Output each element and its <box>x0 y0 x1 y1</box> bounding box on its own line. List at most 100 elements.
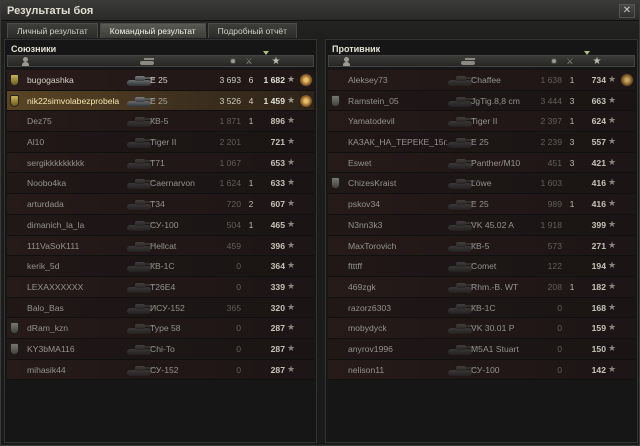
tank-name: СУ-100 <box>150 219 179 230</box>
clan-emblem-icon <box>10 94 19 107</box>
player-row[interactable]: Yamatodevil Tiger II 2 397 1 624 ★ <box>328 111 635 133</box>
kills-value: 3 <box>569 95 575 106</box>
kills-column-icon[interactable]: ⚔ <box>241 57 257 66</box>
player-row[interactable]: arturdada T34 720 2 607 ★ <box>7 194 314 215</box>
damage-value: 3 444 <box>540 95 562 106</box>
xp-value: 721 <box>270 137 285 148</box>
damage-column-icon[interactable]: ✹ <box>225 57 241 66</box>
xp-value: 142 <box>591 364 606 375</box>
player-row[interactable]: ftttff Comet 122 194 ★ <box>328 256 635 277</box>
kills-value: 3 <box>569 137 575 148</box>
damage-value: 1 067 <box>219 157 241 168</box>
allies-column-header: ✹ ⚔ ★ <box>7 51 314 67</box>
star-icon: ★ <box>608 301 617 312</box>
damage-value: 0 <box>236 261 241 272</box>
medal-icon[interactable] <box>620 73 634 87</box>
kills-value: 1 <box>569 75 575 85</box>
damage-value: 2 201 <box>219 137 241 148</box>
player-row[interactable]: Eswet Panther/M10 451 3 421 ★ <box>328 152 635 174</box>
player-row[interactable]: kerik_5d КВ-1С 0 364 ★ <box>7 256 314 277</box>
clan-emblem-icon <box>10 342 19 355</box>
xp-column-star-icon[interactable]: ★ <box>591 57 603 67</box>
star-icon: ★ <box>287 363 296 374</box>
star-icon: ★ <box>608 363 617 374</box>
damage-column-icon[interactable]: ✹ <box>546 57 562 66</box>
allies-title: Союзники <box>11 44 57 54</box>
player-row[interactable]: 469zgk Rhm.-B. WT 208 1 182 ★ <box>328 276 635 298</box>
player-name: Eswet <box>348 157 372 168</box>
medal-icon[interactable] <box>299 93 313 108</box>
star-icon: ★ <box>608 198 617 209</box>
enemies-title: Противник <box>332 44 381 54</box>
damage-value: 1 638 <box>540 75 562 85</box>
player-column-icon[interactable] <box>22 57 29 66</box>
player-row[interactable]: Al10 Tiger II 2 201 721 ★ <box>7 132 314 153</box>
player-name: dimanich_la_la <box>27 219 85 230</box>
player-name: mihasik44 <box>27 364 66 375</box>
player-row[interactable]: pskov34 E 25 989 1 416 ★ <box>328 194 635 215</box>
kills-value: 1 <box>248 219 254 230</box>
player-row[interactable]: MaxTorovich КВ-5 573 271 ★ <box>328 235 635 257</box>
player-row[interactable]: dimanich_la_la СУ-100 504 1 465 ★ <box>7 214 314 236</box>
player-row[interactable]: 111VaSoK111 Hellcat 459 396 ★ <box>7 235 314 257</box>
player-row[interactable]: Noobo4ka Caernarvon 1 624 1 633 ★ <box>7 173 314 195</box>
player-row[interactable]: ChizesKraist Löwe 1 603 416 ★ <box>328 173 635 195</box>
player-row[interactable]: Balo_Bas ИСУ-152 365 320 ★ <box>7 297 314 319</box>
player-name: ChizesKraist <box>348 178 397 189</box>
star-icon: ★ <box>287 136 296 147</box>
player-column-icon[interactable] <box>343 57 350 66</box>
player-name: 469zgk <box>348 281 376 292</box>
player-row[interactable]: N3nn3k3 VK 45.02 A 1 918 399 ★ <box>328 214 635 236</box>
player-name: N3nn3k3 <box>348 219 383 230</box>
player-row[interactable]: Aleksey73 Chaffee 1 638 1 734 ★ <box>328 70 635 91</box>
damage-value: 989 <box>547 199 562 210</box>
player-row[interactable]: LEXAXXXXXX T26E4 0 339 ★ <box>7 276 314 298</box>
clan-emblem-icon <box>10 74 19 86</box>
kills-column-icon[interactable]: ⚔ <box>562 57 578 66</box>
damage-value: 3 526 <box>219 95 241 106</box>
tab-detailed-report[interactable]: Подробный отчёт <box>207 23 297 38</box>
player-row[interactable]: КАЗАК_НА_ТЕРЕКЕ_15г. E 25 2 239 3 557 ★ <box>328 132 635 153</box>
tank-name: T71 <box>150 157 165 168</box>
window-titlebar: Результаты боя ✕ <box>1 1 639 21</box>
player-name: КАЗАК_НА_ТЕРЕКЕ_15г. <box>348 137 448 148</box>
tank-name: JgTig.8,8 cm <box>471 95 520 106</box>
tank-column-icon[interactable] <box>459 57 477 66</box>
player-row[interactable]: bugogashka E 25 3 693 6 1 682 ★ <box>7 70 314 91</box>
xp-value: 653 <box>270 157 285 168</box>
player-row[interactable]: anyrov1996 M5A1 Stuart 0 150 ★ <box>328 338 635 360</box>
tank-name: T26E4 <box>150 281 176 292</box>
medal-icon[interactable] <box>299 73 313 87</box>
player-row[interactable]: nelison11 СУ-100 0 142 ★ <box>328 359 635 381</box>
tab-personal-result[interactable]: Личный результат <box>7 23 98 38</box>
player-row[interactable]: dRam_kzn Type 58 0 287 ★ <box>7 318 314 339</box>
player-name: nelison11 <box>348 364 385 375</box>
player-row[interactable]: mihasik44 СУ-152 0 287 ★ <box>7 359 314 381</box>
star-icon: ★ <box>608 239 617 250</box>
player-row[interactable]: KY3bMA116 Chi-To 0 287 ★ <box>7 338 314 360</box>
player-row[interactable]: Ramstein_05 JgTig.8,8 cm 3 444 3 663 ★ <box>328 90 635 112</box>
player-row[interactable]: nik22simvolabezprobela E 25 3 526 4 1 459 ★ <box>7 90 314 112</box>
player-row[interactable]: sergikkkkkkkkk T71 1 067 653 ★ <box>7 152 314 174</box>
damage-value: 0 <box>236 364 241 375</box>
tab-team-result[interactable]: Командный результат <box>99 23 206 38</box>
xp-value: 734 <box>591 75 606 85</box>
damage-value: 365 <box>226 302 241 313</box>
allies-list: bugogashka E 25 3 693 6 1 682 ★ nik22simvolabe… <box>7 70 314 381</box>
player-name: bugogashka <box>27 75 74 85</box>
player-row[interactable]: Dez75 КВ-5 1 871 1 896 ★ <box>7 111 314 133</box>
damage-value: 2 397 <box>540 116 562 127</box>
close-button[interactable]: ✕ <box>619 4 635 18</box>
xp-value: 465 <box>270 219 285 230</box>
enemies-panel: Противник ✹ ⚔ ★ Aleksey73 Chaffee 1 638 1 73… <box>325 39 638 443</box>
tank-name: E 25 <box>150 75 168 85</box>
kills-value: 4 <box>248 95 254 106</box>
player-row[interactable]: razorz6303 КВ-1С 0 168 ★ <box>328 297 635 319</box>
player-row[interactable]: mobydyck VK 30.01 P 0 159 ★ <box>328 318 635 339</box>
xp-value: 287 <box>270 323 285 334</box>
player-name: LEXAXXXXXX <box>27 281 84 292</box>
star-icon: ★ <box>287 342 296 353</box>
xp-column-star-icon[interactable]: ★ <box>270 57 282 67</box>
tank-column-icon[interactable] <box>138 57 156 66</box>
xp-value: 182 <box>591 281 606 292</box>
